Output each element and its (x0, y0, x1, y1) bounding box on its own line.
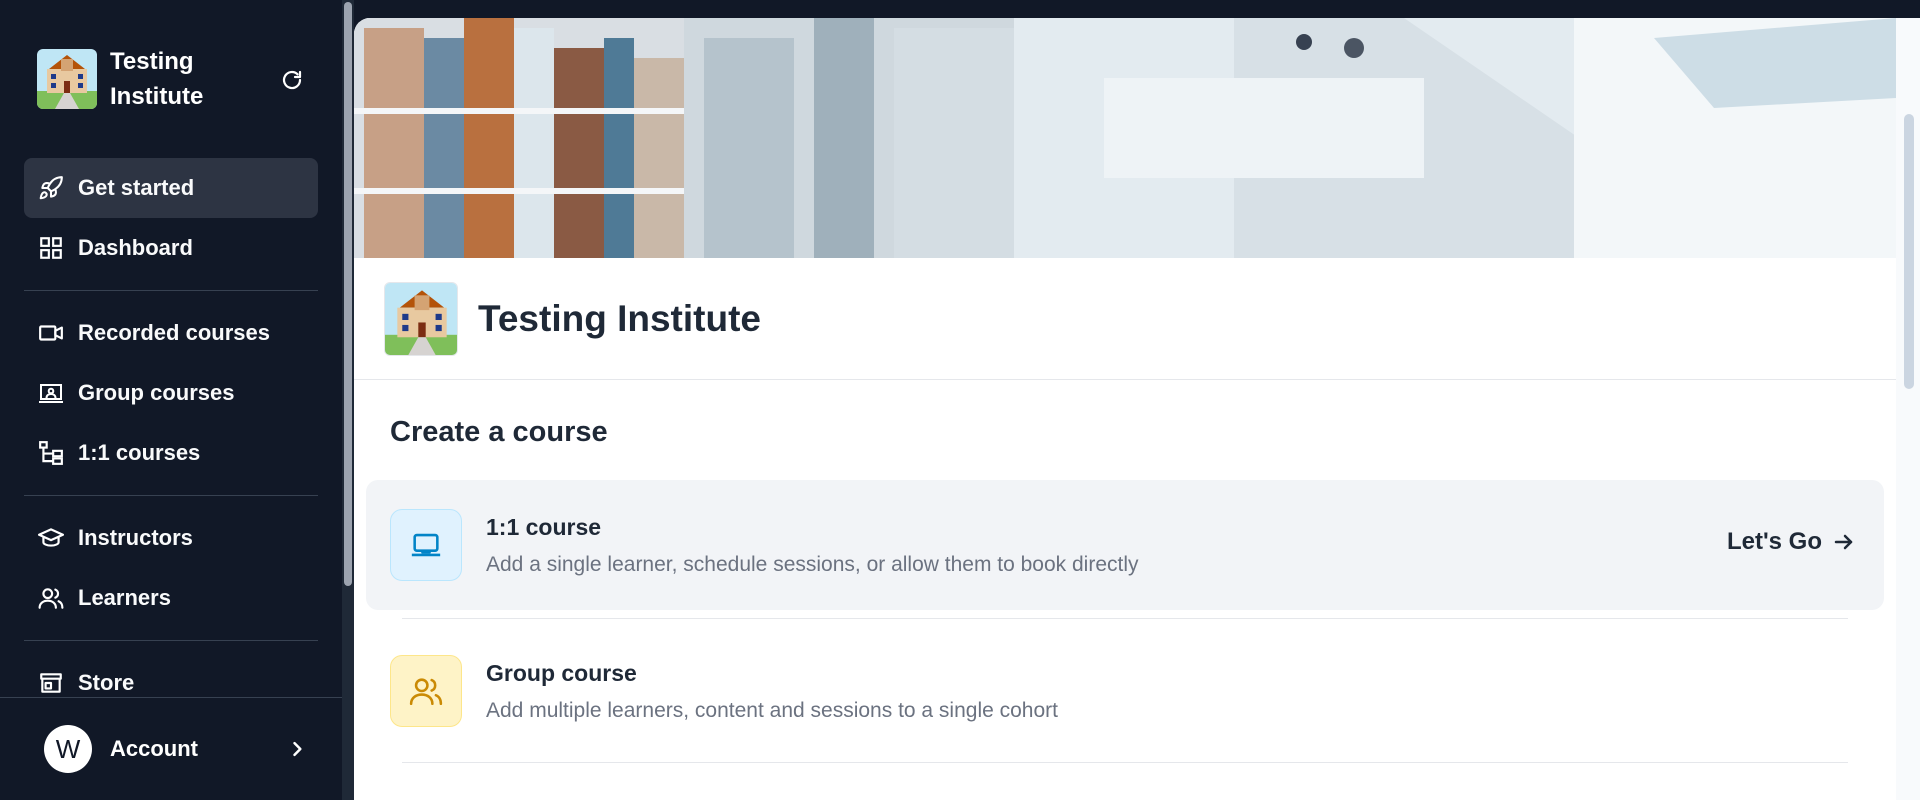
nav-divider (24, 640, 318, 641)
course-divider (402, 618, 1848, 619)
users-icon (390, 655, 462, 727)
avatar: W (44, 725, 92, 773)
graduation-cap-icon (38, 525, 64, 551)
institute-name: Testing Institute (110, 48, 204, 110)
app: Testing Institute Get started Dashboard … (0, 0, 1920, 800)
sidebar-item-label: Dashboard (78, 235, 193, 260)
sidebar-item-label: Get started (78, 175, 195, 200)
sidebar-item-label: Learners (78, 585, 171, 610)
institute-logo (37, 49, 97, 109)
group-course-option[interactable]: Group course Add multiple learners, cont… (366, 626, 1884, 756)
sidebar-scrollbar-thumb[interactable] (344, 2, 352, 586)
course-description: Add multiple learners, content and sessi… (486, 698, 1058, 722)
main-content: Testing Institute Create a course 1:1 co… (354, 18, 1896, 800)
sidebar-item-label: Store (78, 670, 135, 695)
lets-go-label: Let's Go (1726, 528, 1822, 555)
rocket-icon (38, 175, 64, 201)
course-description: Add a single learner, schedule sessions,… (486, 552, 1139, 576)
chevron-right-icon (284, 736, 310, 762)
refresh-icon (282, 70, 302, 90)
course-title: Group course (486, 659, 637, 686)
sidebar-item-label: Group courses (78, 380, 235, 405)
institute-logo (384, 281, 458, 356)
brand[interactable]: Testing Institute (37, 48, 337, 110)
users-icon (38, 585, 64, 611)
arrow-right-icon (1832, 530, 1856, 554)
one-on-one-course-option[interactable]: 1:1 course Add a single learner, schedul… (366, 480, 1884, 610)
sidebar: Testing Institute Get started Dashboard … (0, 0, 354, 800)
cover-banner (354, 18, 1896, 258)
section-title: Create a course (390, 416, 608, 448)
sidebar-item-dashboard[interactable]: Dashboard (24, 218, 318, 278)
nav-divider (24, 495, 318, 496)
hierarchy-icon (38, 440, 64, 466)
refresh-button[interactable] (277, 65, 307, 95)
grid-icon (38, 235, 64, 261)
course-text: Group course Add multiple learners, cont… (486, 660, 1058, 723)
laptop-icon (390, 509, 462, 581)
main-scrollbar[interactable] (1896, 18, 1920, 800)
course-divider (402, 762, 1848, 763)
sidebar-item-group-courses[interactable]: Group courses (24, 363, 318, 423)
sidebar-item-label: Recorded courses (78, 320, 270, 345)
store-icon (38, 670, 64, 696)
page-title: Testing Institute (478, 297, 761, 339)
course-title: 1:1 course (486, 513, 602, 540)
sidebar-item-instructors[interactable]: Instructors (24, 508, 318, 568)
video-icon (38, 320, 64, 346)
sidebar-item-label: 1:1 courses (78, 440, 201, 465)
institute-header: Testing Institute (354, 258, 1896, 380)
lets-go-button[interactable]: Let's Go (1727, 528, 1856, 556)
account-label: Account (110, 736, 198, 761)
sidebar-item-learners[interactable]: Learners (24, 568, 318, 628)
presentation-icon (38, 380, 64, 406)
sidebar-item-one-on-one-courses[interactable]: 1:1 courses (24, 423, 318, 483)
nav-divider (24, 290, 318, 291)
account-menu[interactable]: W Account (0, 697, 342, 800)
sidebar-item-label: Instructors (78, 525, 193, 550)
main-scrollbar-thumb[interactable] (1904, 114, 1914, 389)
course-text: 1:1 course Add a single learner, schedul… (486, 514, 1139, 577)
sidebar-item-get-started[interactable]: Get started (24, 158, 318, 218)
sidebar-item-recorded-courses[interactable]: Recorded courses (24, 303, 318, 363)
sidebar-nav: Get started Dashboard Recorded courses G… (24, 158, 318, 713)
sidebar-scrollbar[interactable] (342, 0, 354, 800)
